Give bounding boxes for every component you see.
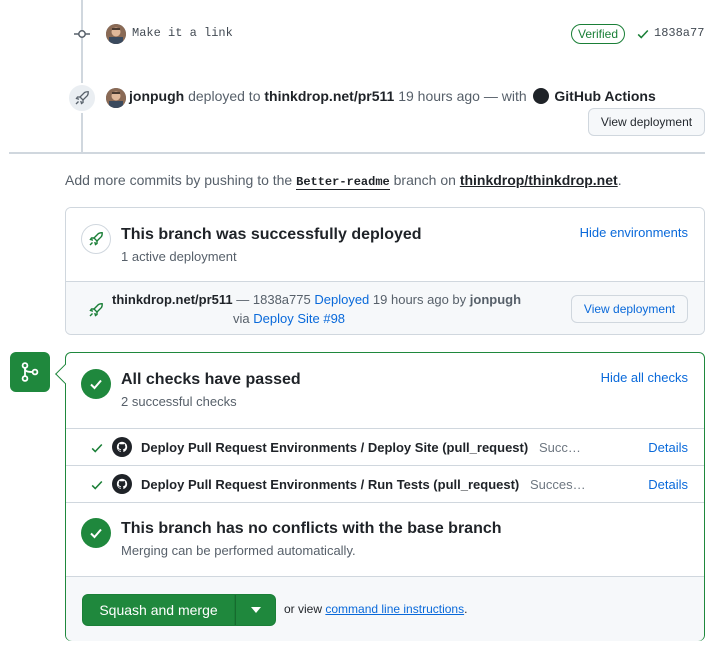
deploy-card-title: This branch was successfully deployed xyxy=(121,226,422,243)
commit-message[interactable]: Make it a link xyxy=(132,26,233,40)
commit-icon xyxy=(74,30,90,38)
deploy-time[interactable]: 19 hours ago xyxy=(398,88,480,104)
environment-row: thinkdrop.net/pr511 — 1838a775 Deployed … xyxy=(66,282,704,334)
check-icon xyxy=(91,480,103,490)
checks-status-icon xyxy=(81,369,111,399)
check-icon xyxy=(637,29,649,39)
check-status: Succes… xyxy=(530,477,586,492)
conflicts-status-icon xyxy=(81,518,111,548)
deployed-status-link[interactable]: Deployed xyxy=(314,292,369,307)
conflicts-title: This branch has no conflicts with the ba… xyxy=(121,520,502,537)
view-deployment-button[interactable]: View deployment xyxy=(571,295,688,323)
github-actions-icon xyxy=(112,437,132,457)
environment-user[interactable]: jonpugh xyxy=(470,292,521,307)
checks-title: All checks have passed xyxy=(121,371,301,388)
checks-subtitle: 2 successful checks xyxy=(121,394,237,409)
section-divider xyxy=(66,502,704,503)
caret-down-icon xyxy=(250,607,261,613)
environment-time: 19 hours ago by xyxy=(372,292,467,307)
check-icon xyxy=(90,528,102,539)
git-merge-icon xyxy=(21,362,39,382)
repo-link[interactable]: thinkdrop/thinkdrop.net xyxy=(460,172,618,188)
deploy-target[interactable]: thinkdrop.net/pr511 xyxy=(264,88,394,104)
deployment-card-header: This branch was successfully deployed 1 … xyxy=(66,208,704,282)
github-actions-icon xyxy=(112,474,132,494)
deploy-user[interactable]: jonpugh xyxy=(129,88,184,104)
verified-badge[interactable]: Verified xyxy=(571,24,626,44)
check-icon xyxy=(91,443,103,453)
deployment-card: This branch was successfully deployed 1 … xyxy=(65,207,705,335)
merge-status-icon xyxy=(10,352,50,392)
cli-period: . xyxy=(464,602,468,616)
timeline-line xyxy=(81,0,83,152)
add-more-suffix: . xyxy=(617,172,622,188)
check-row: Deploy Pull Request Environments / Deplo… xyxy=(66,428,704,465)
add-more-middle: branch on xyxy=(393,172,456,188)
add-more-prefix: Add more commits by pushing to the xyxy=(65,172,293,188)
branch-name[interactable]: Better-readme xyxy=(296,175,390,190)
deploy-action: deployed to xyxy=(188,88,261,104)
merge-actions: Squash and merge or view command line in… xyxy=(66,576,704,641)
github-icon xyxy=(532,88,549,104)
conflicts-subtitle: Merging can be performed automatically. xyxy=(121,543,356,558)
merge-box-pointer xyxy=(55,364,75,384)
avatar[interactable] xyxy=(106,88,126,108)
via-label: via xyxy=(233,311,250,326)
check-details-link[interactable]: Details xyxy=(648,477,688,492)
view-deployment-button[interactable]: View deployment xyxy=(588,108,705,136)
environment-line-1: thinkdrop.net/pr511 — 1838a775 Deployed … xyxy=(112,292,521,307)
environment-separator: — xyxy=(236,292,250,307)
cli-instructions-text: or view command line instructions. xyxy=(284,602,467,616)
deploy-with: — with xyxy=(483,88,527,104)
check-name: Deploy Pull Request Environments / Run T… xyxy=(141,477,520,492)
hide-all-checks-link[interactable]: Hide all checks xyxy=(601,370,688,385)
add-more-commits-text: Add more commits by pushing to the Bette… xyxy=(65,172,622,190)
check-status: Succ… xyxy=(539,440,581,455)
check-details-link[interactable]: Details xyxy=(648,440,688,455)
deploy-card-subtitle: 1 active deployment xyxy=(121,249,237,264)
check-icon xyxy=(90,379,102,390)
avatar[interactable] xyxy=(106,24,126,44)
rocket-icon xyxy=(89,303,103,317)
deploy-app[interactable]: GitHub Actions xyxy=(554,88,655,104)
deploy-event-badge xyxy=(67,83,97,113)
check-row: Deploy Pull Request Environments / Run T… xyxy=(66,465,704,502)
commit-sha[interactable]: 1838a77 xyxy=(654,26,704,40)
rocket-icon xyxy=(89,232,103,246)
rocket-icon xyxy=(75,91,89,105)
merge-method-dropdown[interactable] xyxy=(235,594,276,626)
deploy-event-text: jonpugh deployed to thinkdrop.net/pr511 … xyxy=(129,88,656,104)
squash-and-merge-button[interactable]: Squash and merge xyxy=(82,594,235,626)
command-line-instructions-link[interactable]: command line instructions xyxy=(325,602,464,616)
deploy-status-icon xyxy=(81,224,111,254)
timeline-divider xyxy=(9,152,705,154)
or-view-label: or view xyxy=(284,602,323,616)
merge-box: All checks have passed 2 successful chec… xyxy=(55,352,705,641)
environment-sha[interactable]: 1838a775 xyxy=(253,292,311,307)
hide-environments-link[interactable]: Hide environments xyxy=(580,225,688,240)
check-name: Deploy Pull Request Environments / Deplo… xyxy=(141,440,529,455)
workflow-run-link[interactable]: Deploy Site #98 xyxy=(253,311,345,326)
environment-name[interactable]: thinkdrop.net/pr511 xyxy=(112,292,233,307)
environment-line-2: via Deploy Site #98 xyxy=(233,311,345,326)
